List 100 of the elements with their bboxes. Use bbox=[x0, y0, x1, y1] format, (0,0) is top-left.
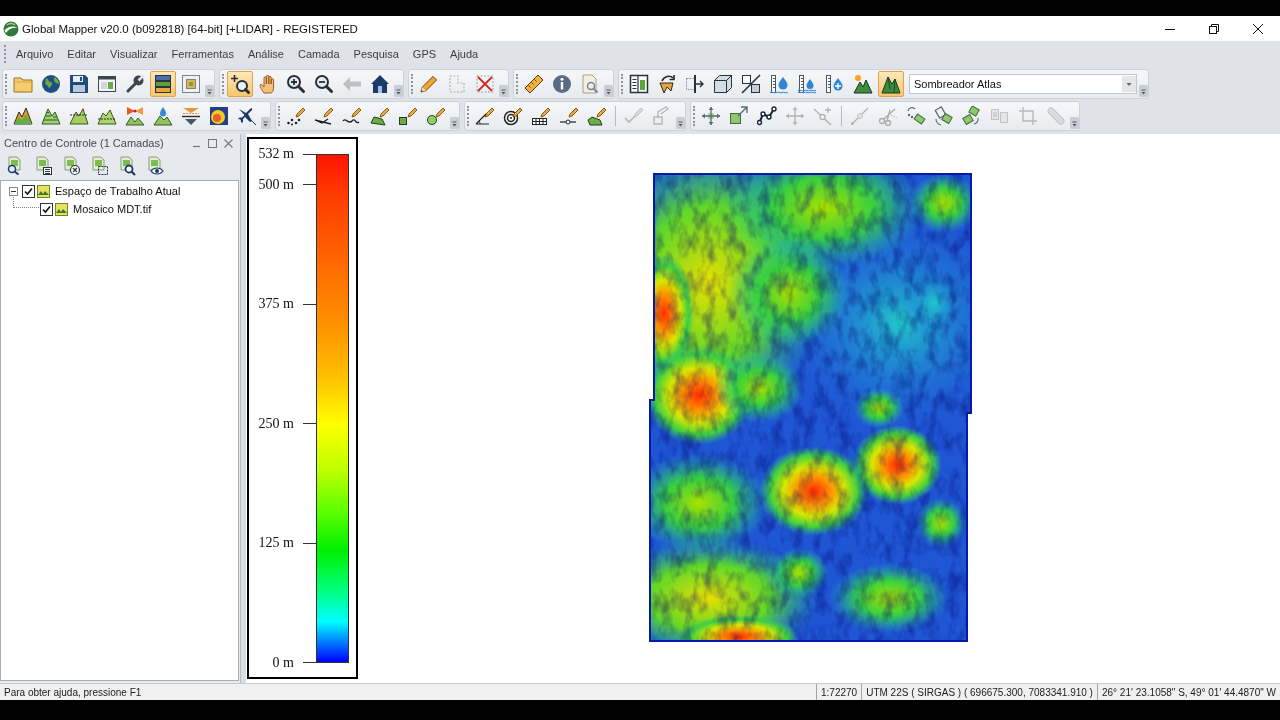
layer-label[interactable]: Espaço de Trabalho Atual bbox=[55, 185, 181, 197]
zoom-out-icon bbox=[314, 74, 334, 94]
water-drop-mountain-icon bbox=[153, 106, 173, 126]
window-panel-icon bbox=[97, 74, 117, 94]
menu-item[interactable]: Editar bbox=[60, 44, 104, 63]
caret-icon[interactable] bbox=[1139, 85, 1148, 97]
terrain-profile-icon bbox=[13, 106, 33, 126]
cut-fill-icon bbox=[181, 106, 201, 126]
mountain-horizon-icon bbox=[69, 106, 89, 126]
collapse-icon[interactable] bbox=[8, 186, 18, 196]
raster-layer-icon bbox=[37, 184, 50, 198]
water-gauge-icon bbox=[769, 74, 789, 94]
panel-title: Centro de Controle (1 Camadas) bbox=[4, 137, 164, 149]
pencil-curve-icon bbox=[342, 106, 362, 126]
menu-item[interactable]: Visualizar bbox=[103, 44, 165, 63]
water-drop-gauge-icon bbox=[825, 74, 845, 94]
wrench-icon bbox=[125, 74, 145, 94]
restore-icon[interactable] bbox=[1209, 23, 1219, 34]
toolbar-button[interactable] bbox=[150, 71, 176, 97]
scale-label: 125 m bbox=[258, 535, 294, 552]
menu-item[interactable]: Camada bbox=[291, 44, 347, 63]
info-icon bbox=[552, 74, 572, 94]
grip-handle[interactable] bbox=[4, 44, 6, 63]
insert-vertex-icon bbox=[813, 106, 833, 126]
layers-icon bbox=[153, 74, 173, 94]
split-frame-icon bbox=[685, 74, 705, 94]
layer-label[interactable]: Mosaico MDT.tif bbox=[73, 203, 152, 215]
pencil-line-icon bbox=[314, 106, 334, 126]
cube-icon bbox=[713, 74, 733, 94]
caret-icon[interactable] bbox=[261, 117, 270, 129]
menu-item[interactable]: Pesquisa bbox=[346, 44, 406, 63]
rotate-dots-icon bbox=[906, 106, 926, 126]
grip-handle[interactable] bbox=[222, 74, 224, 94]
grip-handle[interactable] bbox=[5, 74, 7, 94]
caret-icon[interactable] bbox=[450, 117, 459, 129]
maximize-icon[interactable] bbox=[208, 138, 217, 148]
tick-mark bbox=[303, 153, 316, 155]
window-title: Global Mapper v20.0 (b092818) [64-bit] [+LIDAR] - REGISTERED bbox=[22, 22, 358, 35]
toolbar-button[interactable] bbox=[878, 71, 904, 97]
shader-dropdown[interactable]: Sombreador Atlas bbox=[909, 74, 1137, 94]
map-view[interactable]: 532 m 500 m 375 m 250 m 125 m 0 m bbox=[246, 134, 1280, 683]
pencil-angle-icon bbox=[475, 106, 495, 126]
layer-eye-icon[interactable] bbox=[145, 156, 165, 176]
scale-label: 375 m bbox=[258, 296, 294, 313]
close-icon[interactable] bbox=[1253, 23, 1263, 34]
menu-item[interactable]: Análise bbox=[240, 44, 291, 63]
mountain-icon bbox=[881, 74, 901, 94]
layer-remove-icon[interactable] bbox=[61, 156, 81, 176]
grip-handle[interactable] bbox=[693, 106, 695, 126]
scissors-icon bbox=[878, 106, 898, 126]
layer-select-icon[interactable] bbox=[89, 156, 109, 176]
resize-shape-icon bbox=[729, 106, 749, 126]
grip-handle[interactable] bbox=[621, 74, 623, 94]
check-pencil-icon bbox=[624, 106, 644, 126]
menu-item[interactable]: Arquivo bbox=[9, 44, 61, 63]
menu-item[interactable]: GPS bbox=[405, 44, 444, 63]
tick-mark bbox=[303, 423, 316, 425]
checkbox[interactable] bbox=[40, 202, 53, 216]
grip-handle[interactable] bbox=[5, 106, 7, 126]
airplane-icon bbox=[237, 106, 257, 126]
diagonal-squares-icon bbox=[741, 74, 761, 94]
panel-layout-icon bbox=[629, 74, 649, 94]
caret-icon[interactable] bbox=[205, 85, 214, 97]
viewshed-icon bbox=[125, 106, 145, 126]
crop-icon bbox=[1018, 106, 1038, 126]
caret-icon[interactable] bbox=[499, 85, 508, 97]
menu-item[interactable]: Ajuda bbox=[443, 44, 486, 63]
layer-search-icon[interactable] bbox=[117, 156, 137, 176]
caret-icon[interactable] bbox=[676, 117, 685, 129]
caret-icon[interactable] bbox=[1122, 76, 1136, 92]
zoom-in-icon bbox=[286, 74, 306, 94]
four-arrows-icon bbox=[785, 106, 805, 126]
grip-handle[interactable] bbox=[516, 74, 518, 94]
map-arrow-icon bbox=[657, 74, 677, 94]
scale-label: 532 m bbox=[258, 146, 294, 162]
grip-handle[interactable] bbox=[467, 106, 469, 126]
help-text: Para obter ajuda, pressione F1 bbox=[3, 686, 143, 698]
layer-list-icon[interactable] bbox=[33, 156, 53, 176]
pencil-node-icon bbox=[559, 106, 579, 126]
pencil-points-icon bbox=[286, 106, 306, 126]
checkbox[interactable] bbox=[22, 184, 35, 198]
caret-icon[interactable] bbox=[1070, 117, 1079, 129]
rotate-pair-icon bbox=[962, 106, 982, 126]
contour-mountain-icon bbox=[41, 106, 61, 126]
menu-item[interactable]: Ferramentas bbox=[164, 44, 241, 63]
nested-squares-icon bbox=[181, 74, 201, 94]
water-gauge-icon bbox=[797, 74, 817, 94]
pencil-area-icon bbox=[370, 106, 390, 126]
caret-icon[interactable] bbox=[604, 85, 613, 97]
line-point-icon bbox=[850, 106, 870, 126]
tick-mark bbox=[303, 662, 316, 664]
tick-mark bbox=[303, 184, 316, 186]
toolbar-button[interactable] bbox=[227, 71, 253, 97]
cross-icon bbox=[475, 74, 495, 94]
caret-icon[interactable] bbox=[394, 85, 403, 97]
grip-handle[interactable] bbox=[278, 106, 280, 126]
pencil-icon bbox=[419, 74, 439, 94]
grip-handle[interactable] bbox=[411, 74, 413, 94]
tick-mark bbox=[303, 542, 316, 544]
tick-mark bbox=[303, 303, 316, 305]
